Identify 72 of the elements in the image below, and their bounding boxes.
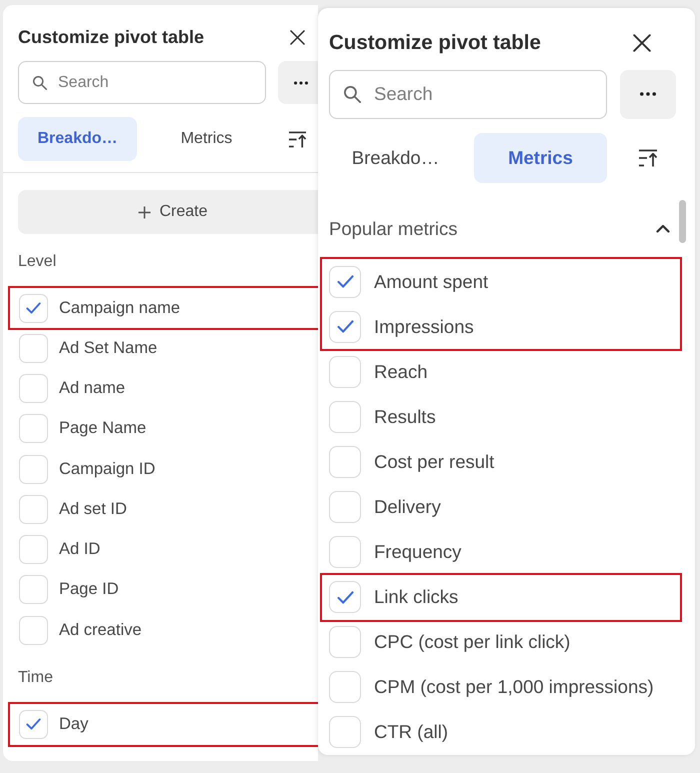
- option-label: Page ID: [59, 580, 119, 600]
- search-field[interactable]: Search: [18, 61, 266, 104]
- check-icon: [26, 302, 41, 314]
- panel-title: Customize pivot table: [329, 31, 541, 55]
- sort-icon[interactable]: [638, 148, 658, 167]
- checkbox[interactable]: [329, 266, 361, 298]
- check-icon: [336, 320, 354, 334]
- sort-icon[interactable]: [288, 130, 306, 148]
- option-label: Frequency: [374, 541, 462, 564]
- close-icon[interactable]: [633, 34, 651, 52]
- close-icon[interactable]: [290, 30, 305, 44]
- more-icon: [640, 92, 656, 96]
- option-label: Ad name: [59, 379, 126, 398]
- search-icon: [33, 76, 47, 90]
- tab[interactable]: Metrics: [147, 117, 266, 161]
- checkbox[interactable]: [329, 716, 361, 748]
- create-button[interactable]: Create: [18, 190, 318, 234]
- checkbox[interactable]: [329, 536, 361, 568]
- checkbox[interactable]: [19, 294, 48, 323]
- option-label: Page Name: [59, 419, 146, 438]
- tab[interactable]: Metrics: [474, 132, 607, 183]
- more-button[interactable]: [620, 70, 676, 119]
- checkbox[interactable]: [329, 400, 361, 433]
- scrollbar-thumb[interactable]: [679, 200, 686, 243]
- checkbox[interactable]: [19, 334, 48, 363]
- tab[interactable]: Breakdo…: [329, 132, 462, 183]
- check-icon: [336, 275, 354, 288]
- option-label: Ad ID: [59, 540, 100, 560]
- checkbox[interactable]: [329, 626, 361, 658]
- section-heading: Popular metrics: [329, 218, 458, 240]
- checkbox[interactable]: [19, 374, 48, 404]
- checkbox[interactable]: [19, 494, 48, 524]
- check-icon: [336, 590, 354, 604]
- section-heading: Level: [18, 253, 56, 271]
- more-icon: [294, 80, 308, 84]
- checkbox[interactable]: [19, 710, 48, 739]
- option-label: Ad creative: [59, 620, 142, 640]
- check-icon: [26, 718, 41, 730]
- option-label: Day: [59, 714, 88, 734]
- checkbox[interactable]: [19, 414, 48, 444]
- option-label: Reach: [374, 360, 428, 383]
- search-field[interactable]: Search: [329, 70, 607, 119]
- chevron-up-icon[interactable]: [656, 224, 670, 234]
- checkbox[interactable]: [19, 454, 48, 484]
- option-label: Results: [374, 406, 436, 428]
- option-label: Impressions: [374, 316, 474, 338]
- checkbox[interactable]: [19, 575, 48, 604]
- option-label: Delivery: [374, 496, 441, 518]
- option-label: Campaign name: [59, 298, 180, 318]
- option-label: Cost per result: [374, 450, 494, 473]
- option-label: Amount spent: [374, 270, 488, 293]
- search-icon: [344, 86, 361, 103]
- option-label: CPC (cost per link click): [374, 631, 570, 654]
- panel-title: Customize pivot table: [18, 26, 204, 48]
- section-heading: Time: [18, 669, 53, 688]
- checkbox[interactable]: [329, 356, 361, 388]
- option-label: Ad Set Name: [59, 338, 158, 358]
- option-label: CPM (cost per 1,000 impressions): [374, 676, 654, 698]
- checkbox[interactable]: [329, 310, 361, 343]
- option-label: Ad set ID: [59, 500, 127, 519]
- plus-icon: [138, 206, 152, 218]
- option-label: Campaign ID: [59, 460, 156, 479]
- option-label: CTR (all): [374, 721, 448, 744]
- tab[interactable]: Breakdo…: [18, 117, 137, 161]
- checkbox[interactable]: [329, 671, 361, 704]
- checkbox[interactable]: [329, 446, 361, 478]
- option-label: Link clicks: [374, 586, 458, 608]
- more-button[interactable]: [278, 61, 318, 104]
- checkbox[interactable]: [19, 616, 48, 645]
- checkbox[interactable]: [329, 581, 361, 614]
- checkbox[interactable]: [19, 535, 48, 564]
- checkbox[interactable]: [329, 490, 361, 523]
